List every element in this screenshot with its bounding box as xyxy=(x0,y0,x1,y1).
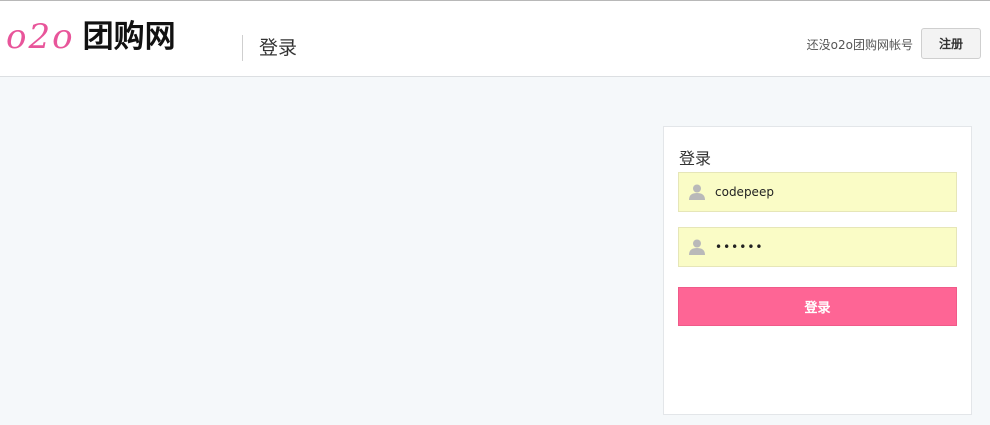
user-icon xyxy=(689,184,705,200)
no-account-text: 还没o2o团购网帐号 xyxy=(806,38,913,52)
password-value[interactable]: •••••• xyxy=(715,240,763,254)
user-icon xyxy=(689,239,705,255)
site-header: o2o 团购网 登录 还没o2o团购网帐号 注册 xyxy=(0,0,990,77)
header-divider xyxy=(242,35,243,61)
login-panel: 登录 codepeep •••••• 登录 xyxy=(663,126,972,415)
logo-mark: o2o xyxy=(6,17,75,57)
page-title: 登录 xyxy=(259,37,298,59)
register-button[interactable]: 注册 xyxy=(921,28,981,59)
username-field[interactable]: codepeep xyxy=(678,172,957,212)
login-button[interactable]: 登录 xyxy=(678,287,957,326)
site-logo[interactable]: o2o 团购网 xyxy=(6,15,176,59)
login-panel-title: 登录 xyxy=(679,149,712,168)
username-value[interactable]: codepeep xyxy=(715,185,774,199)
logo-text: 团购网 xyxy=(82,18,176,55)
password-field[interactable]: •••••• xyxy=(678,227,957,267)
